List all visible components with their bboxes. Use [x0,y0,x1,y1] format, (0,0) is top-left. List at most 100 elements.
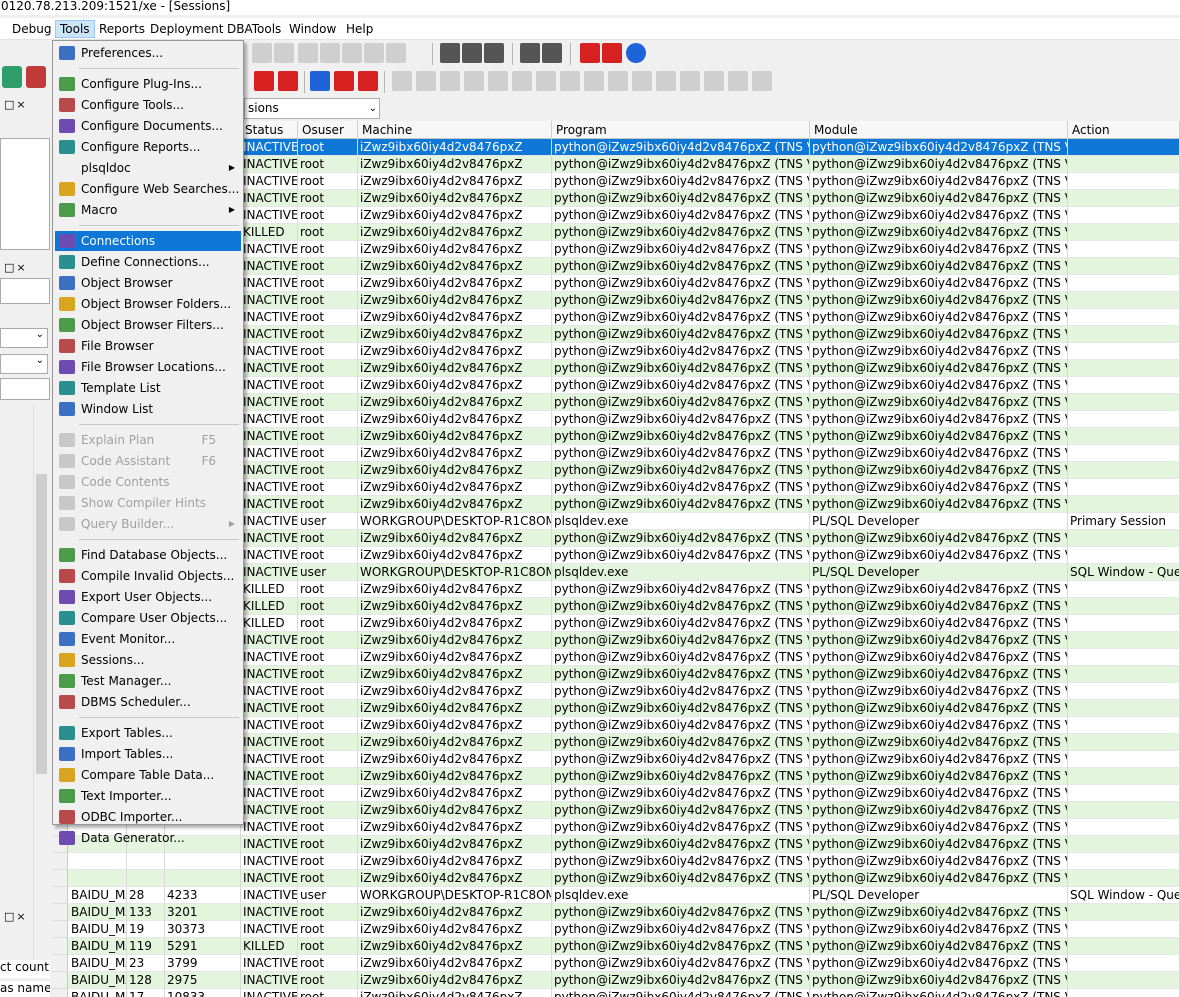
pdf-icon[interactable] [602,43,622,63]
toolbar-button[interactable] [536,71,556,91]
database-icon[interactable] [2,66,22,88]
row-selector[interactable] [52,938,68,955]
toolbar-button[interactable] [656,71,676,91]
menu-item-compare-table-data[interactable]: Compare Table Data... [55,765,241,785]
column-header-module[interactable]: Module [810,121,1068,139]
toolbar-button[interactable] [416,71,436,91]
menu-item-event-monitor[interactable]: Event Monitor... [55,629,241,649]
menu-item-compare-user-objects[interactable]: Compare User Objects... [55,608,241,628]
panel-select[interactable]: ⌄ [0,328,48,348]
left-panel-scrollbar[interactable] [33,404,48,969]
column-header-status[interactable]: Status [241,121,298,139]
row-selector[interactable] [52,972,68,989]
menu-item-configure-plug-ins[interactable]: Configure Plug-Ins... [55,74,241,94]
toolbar-button[interactable] [728,71,748,91]
menu-item-file-browser[interactable]: File Browser [55,336,241,356]
toolbar-button[interactable] [680,71,700,91]
menu-item-compile-invalid-objects[interactable]: Compile Invalid Objects... [55,566,241,586]
menu-item-odbc-importer[interactable]: ODBC Importer... [55,807,241,827]
menu-item-window-list[interactable]: Window List [55,399,241,419]
table-row[interactable]: BAIDU_MAP1930373INACTIVErootiZwz9ibx60iy… [52,921,1180,938]
toolbar-button[interactable] [252,43,272,63]
panel-controls-icon[interactable]: □× [4,910,28,923]
menu-item-text-importer[interactable]: Text Importer... [55,786,241,806]
toolbar-button[interactable] [342,43,362,63]
toolbar-button[interactable] [464,71,484,91]
toolbar-button[interactable] [440,71,460,91]
menu-item-import-tables[interactable]: Import Tables... [55,744,241,764]
panel-controls-icon[interactable]: □× [4,98,28,111]
menu-tools[interactable]: Tools [55,20,95,38]
database-icon[interactable] [26,66,46,88]
menu-item-export-user-objects[interactable]: Export User Objects... [55,587,241,607]
menu-item-configure-tools[interactable]: Configure Tools... [55,95,241,115]
table-row[interactable]: BAIDU_MAP1282975INACTIVErootiZwz9ibx60iy… [52,972,1180,989]
table-row[interactable]: BAIDU_MAP1710833INACTIVErootiZwz9ibx60iy… [52,989,1180,997]
toolbar-button[interactable] [358,71,378,91]
scrollbar-thumb[interactable] [36,474,47,774]
table-row[interactable]: BAIDU_MAP1195291KILLEDrootiZwz9ibx60iy4d… [52,938,1180,955]
arrow-right-icon[interactable] [310,71,330,91]
menu-item-configure-documents[interactable]: Configure Documents... [55,116,241,136]
menu-item-export-tables[interactable]: Export Tables... [55,723,241,743]
menu-deployment[interactable]: Deployment [146,20,227,38]
menu-item-preferences[interactable]: Preferences... [55,43,241,63]
toolbar-button[interactable] [440,43,460,63]
toolbar-button[interactable] [462,43,482,63]
toolbar-button[interactable] [520,43,540,63]
menu-item-sessions[interactable]: Sessions... [55,650,241,670]
menu-help[interactable]: Help [342,20,377,38]
menu-item-dbms-scheduler[interactable]: DBMS Scheduler... [55,692,241,712]
menu-item-connections[interactable]: Connections [55,231,241,251]
menu-debug[interactable]: Debug [8,20,55,38]
panel-select[interactable]: ⌄ [0,354,48,374]
menu-item-data-generator[interactable]: Data Generator... [55,828,241,848]
table-row[interactable]: BAIDU_MAP1333201INACTIVErootiZwz9ibx60iy… [52,904,1180,921]
toolbar-button[interactable] [584,71,604,91]
session-filter-select[interactable]: sions ⌄ [244,98,380,119]
table-row[interactable]: BAIDU_MAP233799INACTIVErootiZwz9ibx60iy4… [52,955,1180,972]
row-selector[interactable] [52,904,68,921]
column-header-machine[interactable]: Machine [358,121,552,139]
toolbar-button[interactable] [752,71,772,91]
info-icon[interactable] [626,43,646,63]
menu-item-template-list[interactable]: Template List [55,378,241,398]
panel-controls-icon[interactable]: □× [4,261,28,274]
row-selector[interactable] [52,853,68,870]
row-selector[interactable] [52,989,68,997]
oracle-icon[interactable] [580,43,600,63]
table-row[interactable]: INACTIVE root iZwz9ibx60iy4d2v8476pxZ pytho… [52,870,1180,887]
menu-item-plsqldoc[interactable]: plsqldoc ▶ [55,158,241,178]
column-header-osuser[interactable]: Osuser [298,121,358,139]
arrow-right-icon[interactable] [334,71,354,91]
menu-item-macro[interactable]: Macro ▶ [55,200,241,220]
menu-item-test-manager[interactable]: Test Manager... [55,671,241,691]
menu-reports[interactable]: Reports [95,20,149,38]
toolbar-button[interactable] [484,43,504,63]
column-header-program[interactable]: Program [552,121,810,139]
menu-item-object-browser[interactable]: Object Browser [55,273,241,293]
toolbar-button[interactable] [364,43,384,63]
menu-window[interactable]: Window [285,20,340,38]
toolbar-button[interactable] [254,71,274,91]
panel-input[interactable] [0,378,50,400]
toolbar-button[interactable] [632,71,652,91]
toolbar-button[interactable] [542,43,562,63]
toolbar-button[interactable] [512,71,532,91]
column-header-action[interactable]: Action [1068,121,1180,139]
menu-item-define-connections[interactable]: Define Connections... [55,252,241,272]
toolbar-button[interactable] [608,71,628,91]
toolbar-button[interactable] [320,43,340,63]
table-row[interactable]: BAIDU_MAP284233INACTIVEuserWORKGROUP\DES… [52,887,1180,904]
menu-dbatools[interactable]: DBATools [223,20,285,38]
toolbar-button[interactable] [560,71,580,91]
row-selector[interactable] [52,870,68,887]
menu-item-file-browser-locations[interactable]: File Browser Locations... [55,357,241,377]
toolbar-button[interactable] [386,43,406,63]
row-selector[interactable] [52,921,68,938]
toolbar-button[interactable] [704,71,724,91]
table-row[interactable]: INACTIVE root iZwz9ibx60iy4d2v8476pxZ pytho… [52,853,1180,870]
toolbar-button[interactable] [274,43,294,63]
toolbar-button[interactable] [278,71,298,91]
menu-item-configure-web-searches[interactable]: Configure Web Searches... [55,179,241,199]
